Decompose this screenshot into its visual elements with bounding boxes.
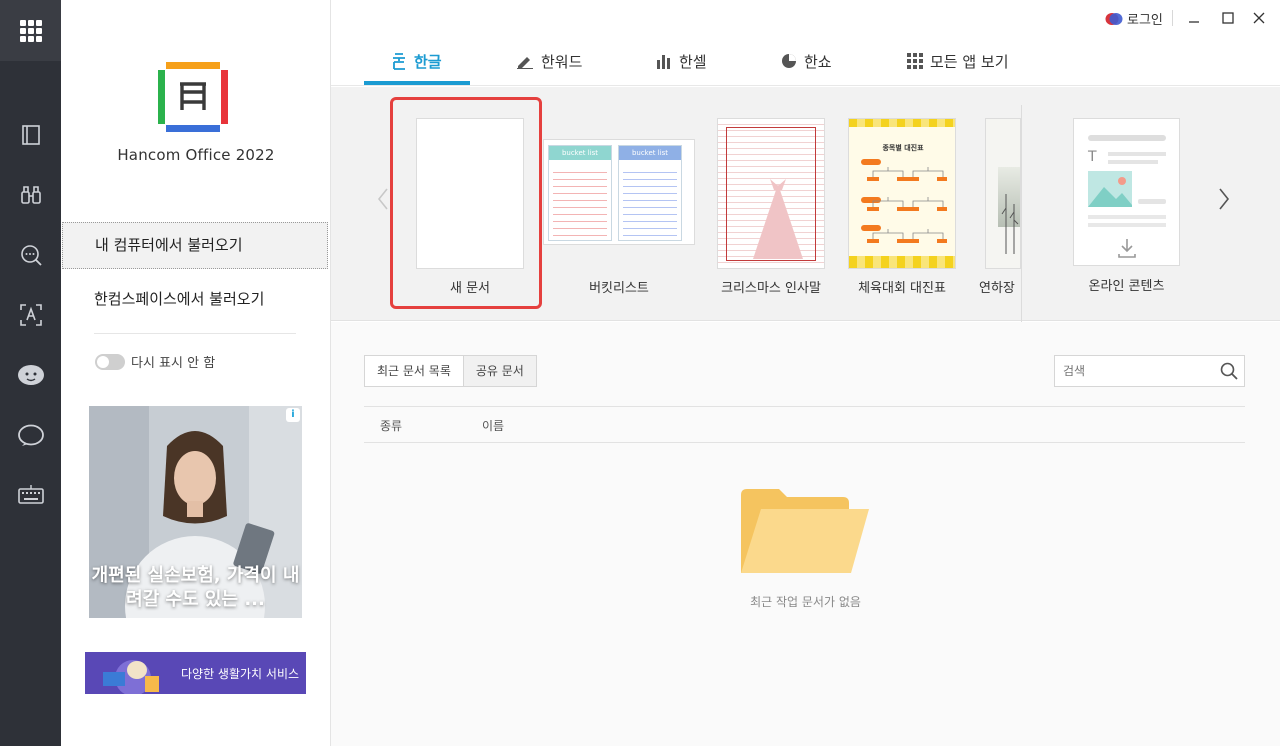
brand-name: Hancom Office 2022 <box>117 146 275 164</box>
sports-bracket-thumbnail: 종목별 대진표 <box>848 118 956 269</box>
hangul-icon <box>393 53 405 70</box>
recent-documents-section: 최근 문서 목록 공유 문서 종류 이름 최근 작업 문서가 없음 <box>331 322 1280 746</box>
chat-search-button[interactable] <box>0 235 61 275</box>
pie-chart-icon <box>782 54 796 68</box>
text-recognition-icon <box>19 304 42 326</box>
notebook-button[interactable] <box>0 115 61 155</box>
tab-all-apps[interactable]: 모든 앱 보기 <box>907 36 1009 86</box>
maximize-icon <box>1222 12 1234 24</box>
column-header-type[interactable]: 종류 <box>380 417 402 434</box>
binoculars-button[interactable] <box>0 175 61 215</box>
titlebar-separator <box>1172 10 1173 26</box>
binoculars-icon <box>20 186 41 204</box>
carousel-next-button[interactable] <box>1218 187 1230 215</box>
apps-grid-icon <box>19 19 42 42</box>
minimize-button[interactable] <box>1182 6 1206 30</box>
search-box <box>1054 355 1245 387</box>
open-from-hancomspace-button[interactable]: 한컴스페이스에서 불러오기 <box>94 288 264 309</box>
document-list-tabs: 최근 문서 목록 공유 문서 <box>364 355 537 387</box>
left-panel: Hancom Office 2022 내 컴퓨터에서 불러오기 한컴스페이스에서… <box>61 0 331 746</box>
carousel-prev-button[interactable] <box>377 187 389 215</box>
online-contents-thumbnail: T <box>1073 118 1180 266</box>
pen-icon <box>517 57 533 69</box>
bean-character-icon <box>17 365 44 385</box>
thumb-title: 종목별 대진표 <box>882 144 924 152</box>
open-from-computer-button[interactable]: 내 컴퓨터에서 불러오기 <box>62 222 328 269</box>
tab-shared-documents[interactable]: 공유 문서 <box>462 356 536 386</box>
chat-search-icon <box>20 245 42 266</box>
template-label: 연하장 <box>979 281 1015 296</box>
dont-show-again-row: 다시 표시 안 함 <box>95 352 215 371</box>
documents-table-header: 종류 이름 <box>364 406 1245 443</box>
template-label: 크리스마스 인사말 <box>721 281 821 296</box>
bar-chart-icon <box>657 55 670 69</box>
close-icon <box>1253 12 1265 24</box>
keyboard-icon <box>17 485 44 504</box>
text-recognition-button[interactable] <box>0 295 61 335</box>
christmas-thumbnail <box>717 118 825 269</box>
tab-hancell[interactable]: 한셀 <box>656 36 707 86</box>
tab-hangul-label: 한글 <box>414 52 442 71</box>
maximize-button[interactable] <box>1216 6 1240 30</box>
minimize-icon <box>1189 21 1199 23</box>
chevron-left-icon <box>377 188 388 210</box>
carousel-divider <box>1021 105 1022 325</box>
empty-state-message: 최근 작업 문서가 없음 <box>750 595 861 609</box>
notebook-icon <box>21 125 40 145</box>
cloud-chat-icon <box>17 424 44 446</box>
panel-divider <box>94 333 296 334</box>
thumb-title: bucket list <box>619 146 681 160</box>
service-banner-text: 다양한 생활가치 서비스 <box>181 667 300 681</box>
login-label: 로그인 <box>1127 13 1163 28</box>
apps-grid-button[interactable] <box>0 0 61 61</box>
tab-all-apps-label: 모든 앱 보기 <box>930 52 1009 71</box>
cloud-chat-button[interactable] <box>0 415 61 455</box>
template-label: 체육대회 대진표 <box>858 281 946 296</box>
service-banner[interactable]: 다양한 생활가치 서비스 <box>85 652 306 694</box>
christmas-tree-illustration <box>753 179 803 259</box>
download-icon <box>1118 239 1136 258</box>
search-icon[interactable] <box>1220 362 1238 380</box>
service-banner-illustration <box>103 660 159 694</box>
active-tab-indicator <box>364 81 470 85</box>
ad-headline: 개편된 실손보험, 가격이 내려갈 수도 있는 ... <box>91 565 300 610</box>
tab-hangul[interactable]: 한글 <box>391 36 442 86</box>
advertisement-banner[interactable]: i 개편된 실손보험, 가격이 내려갈 수도 있는 ... <box>89 406 302 618</box>
user-avatar-icon <box>1105 12 1123 25</box>
ad-info-badge[interactable]: i <box>286 408 300 422</box>
template-carousel: 새 문서 bucket list bucket list 버킷리스트 크리스마스… <box>331 87 1280 325</box>
left-icon-rail <box>0 0 61 746</box>
template-label: 버킷리스트 <box>589 281 649 296</box>
bucket-list-thumbnail: bucket list bucket list <box>543 139 695 245</box>
chevron-right-icon <box>1219 188 1230 210</box>
app-tabs: 한글 한워드 한셀 한쇼 모든 앱 보기 <box>331 36 1280 86</box>
blank-document-thumbnail <box>416 118 524 269</box>
tab-hanshow-label: 한쇼 <box>804 52 832 71</box>
tab-hanshow[interactable]: 한쇼 <box>781 36 832 86</box>
new-year-card-thumbnail <box>985 118 1021 269</box>
grid-icon <box>907 53 923 69</box>
dont-show-again-label: 다시 표시 안 함 <box>131 356 216 371</box>
tab-hanword-label: 한워드 <box>541 52 583 71</box>
keyboard-button[interactable] <box>0 475 61 515</box>
hancom-logo-icon <box>158 62 228 132</box>
thumb-title: bucket list <box>549 146 611 160</box>
image-placeholder-icon <box>1088 171 1132 207</box>
tab-hancell-label: 한셀 <box>679 52 707 71</box>
login-button[interactable]: 로그인 <box>1105 9 1163 28</box>
column-header-name[interactable]: 이름 <box>482 417 504 434</box>
bean-character-button[interactable] <box>0 355 61 395</box>
close-button[interactable] <box>1247 6 1271 30</box>
title-bar: 로그인 <box>331 0 1280 36</box>
tab-recent-documents[interactable]: 최근 문서 목록 <box>365 356 463 386</box>
empty-folder-icon <box>741 489 869 573</box>
template-label: 새 문서 <box>449 281 490 296</box>
search-input[interactable] <box>1055 356 1215 386</box>
tab-hanword[interactable]: 한워드 <box>516 36 582 86</box>
dont-show-again-toggle[interactable] <box>95 353 125 370</box>
template-label: 온라인 콘텐츠 <box>1088 279 1165 294</box>
